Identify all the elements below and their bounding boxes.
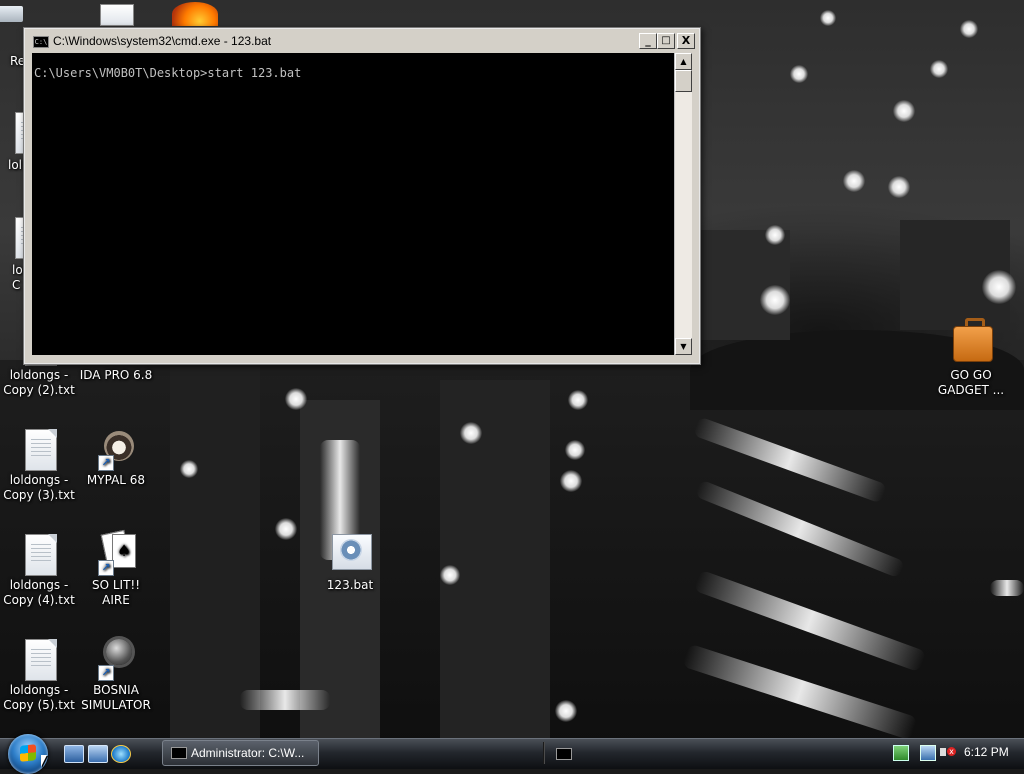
desktop-icon-label: BOSNIA SIMULATOR (81, 683, 151, 712)
shortcut-arrow-icon: ↗ (98, 560, 114, 576)
maximize-button[interactable]: □ (657, 33, 675, 49)
desktop-icon-123-bat[interactable]: 123.bat (311, 532, 389, 593)
taskbar-clock[interactable]: 6:12 PM (964, 745, 1009, 759)
taskbar-button-cmd[interactable]: Administrator: C:\W... (162, 740, 319, 766)
desktop-icon-label: loldongs - Copy (4).txt (3, 578, 75, 607)
vertical-scrollbar[interactable]: ▲ ▼ (674, 53, 692, 355)
show-desktop-icon[interactable] (64, 745, 84, 763)
scroll-up-button[interactable]: ▲ (675, 53, 692, 70)
desktop-icon-go-go-gadget[interactable]: GO GO GADGET ... (932, 318, 1010, 398)
batch-file-icon (330, 532, 372, 576)
cmd-icon: C:\ (33, 36, 49, 48)
desktop-icon-label: MYPAL 68 (86, 473, 146, 487)
desktop-icon-bosnia-simulator[interactable]: ↗ BOSNIA SIMULATOR (77, 637, 155, 713)
cmd-icon[interactable] (556, 748, 572, 760)
text-file-icon (25, 429, 57, 471)
desktop-icon-mypal[interactable]: ↗ MYPAL 68 (77, 427, 155, 488)
network-icon[interactable] (920, 745, 936, 761)
network-icon[interactable] (893, 745, 909, 761)
close-button[interactable]: X (677, 33, 695, 49)
solitaire-icon: ♠ ↗ (96, 529, 136, 576)
desktop-icon-loldongs-copy-3[interactable]: loldongs - Copy (3).txt (0, 427, 78, 503)
taskbar-button-label: Administrator: C:\W... (191, 746, 305, 760)
window-title: C:\Windows\system32\cmd.exe - 123.bat (53, 34, 272, 48)
desktop-icon-loldongs-copy-5[interactable]: loldongs - Copy (5).txt (0, 637, 78, 713)
shortcut-arrow-icon: ↗ (98, 665, 114, 681)
raccoon-icon: ↗ (96, 427, 136, 471)
desktop-icon-partial-file[interactable] (100, 4, 134, 26)
scroll-thumb[interactable] (675, 70, 692, 92)
switch-windows-icon[interactable] (88, 745, 108, 763)
console-output[interactable]: C:\Users\VM0B0T\Desktop>start 123.bat (32, 53, 674, 355)
desktop-icon-label: loldongs - Copy (5).txt (3, 683, 75, 712)
text-file-icon (25, 639, 57, 681)
shortcut-arrow-icon: ↗ (98, 455, 114, 471)
desktop-icon-loldongs-copy-4[interactable]: loldongs - Copy (4).txt (0, 532, 78, 608)
console-line: C:\Users\VM0B0T\Desktop>start 123.bat (34, 66, 302, 80)
desktop-icon-label: IDA PRO 6.8 (79, 368, 153, 382)
desktop-icon-label: loldongs - Copy (2).txt (3, 368, 75, 397)
taskbar (0, 738, 1024, 769)
cmd-icon (171, 747, 187, 759)
desktop-icon-solitaire[interactable]: ♠ ↗ SO LIT!! AIRE (77, 529, 155, 608)
desktop-icon-label: SO LIT!! AIRE (91, 578, 141, 607)
desktop-icon-label: loldongs - Copy (3).txt (3, 473, 75, 502)
mouse-cursor-icon (41, 755, 47, 767)
desktop-icon-label: 123.bat (326, 578, 374, 592)
scroll-down-button[interactable]: ▼ (675, 338, 692, 355)
desktop-icon-label: GO GO GADGET ... (937, 368, 1005, 397)
mine-icon: ↗ (96, 637, 136, 681)
taskbar-separator (543, 742, 545, 764)
internet-explorer-icon[interactable] (111, 745, 131, 763)
title-bar[interactable]: C:\ C:\Windows\system32\cmd.exe - 123.ba… (27, 31, 697, 51)
volume-muted-icon[interactable]: x (940, 745, 956, 759)
briefcase-icon (951, 318, 993, 366)
cmd-window[interactable]: C:\ C:\Windows\system32\cmd.exe - 123.ba… (23, 27, 701, 365)
firefox-icon[interactable] (172, 2, 218, 26)
minimize-button[interactable]: _ (639, 33, 657, 49)
windows-start-orb-icon[interactable] (8, 734, 48, 774)
text-file-icon (25, 534, 57, 576)
